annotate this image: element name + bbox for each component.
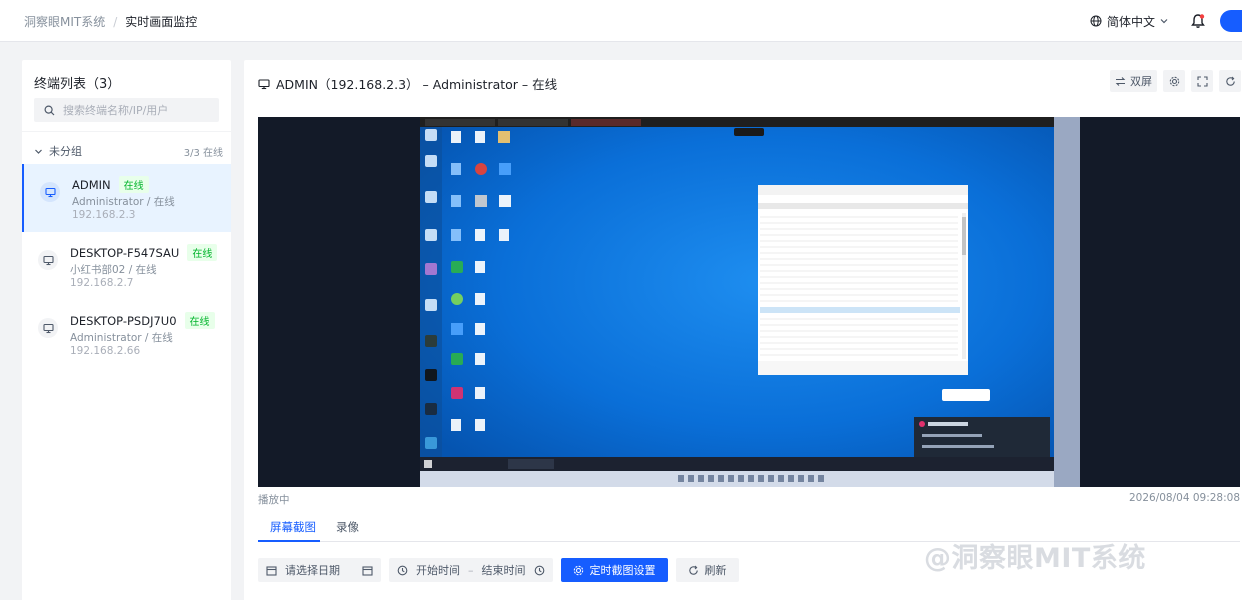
language-label: 简体中文: [1106, 14, 1155, 29]
terminal-item-desktop-f547sau[interactable]: DESKTOP-F547SAU 在线 小红书部02 / 在线 192.168.2.…: [22, 232, 231, 300]
viewer-header: ADMIN（192.168.2.3） – Administrator – 在线: [258, 74, 557, 93]
breadcrumb-current: 实时画面监控: [125, 15, 198, 29]
swap-icon: [1115, 76, 1126, 86]
terminal-user: 小红书部02 / 在线: [70, 264, 157, 276]
viewer-title: ADMIN（192.168.2.3） – Administrator – 在线: [276, 77, 558, 92]
refresh-label: 刷新: [704, 564, 727, 577]
chevron-down-icon: [35, 149, 42, 154]
calendar-icon: [266, 565, 277, 576]
playback-status: 播放中: [258, 494, 290, 506]
group-name: 未分组: [49, 145, 82, 158]
terminal-item-desktop-psdj7u0[interactable]: DESKTOP-PSDJ7U0 在线 Administrator / 在线 192…: [22, 300, 231, 368]
viewer-toolbar: 双屏: [1110, 70, 1241, 92]
group-header-ungrouped[interactable]: 未分组 3/3 在线: [34, 143, 223, 159]
terminal-item-admin[interactable]: ADMIN 在线 Administrator / 在线 192.168.2.3: [22, 164, 231, 232]
watermark: @洞察眼MIT系统: [924, 543, 1146, 574]
terminal-ip: 192.168.2.66: [70, 345, 141, 357]
gear-icon: [1169, 76, 1179, 86]
date-picker[interactable]: 请选择日期: [258, 558, 381, 582]
search-icon: [44, 104, 55, 115]
active-tab-indicator: [258, 540, 320, 542]
terminal-ip: 192.168.2.3: [72, 209, 136, 221]
status-badge: 在线: [187, 244, 218, 261]
screen-timestamp: 2026/08/04 09:28:08: [1128, 492, 1240, 504]
status-badge: 在线: [184, 312, 215, 329]
clock-icon: [397, 565, 408, 575]
language-selector[interactable]: 简体中文: [1090, 13, 1168, 30]
panel-divider: [22, 131, 231, 132]
scheduled-screenshot-label: 定时截图设置: [589, 564, 656, 577]
terminal-ip: 192.168.2.7: [70, 277, 134, 289]
terminal-name: DESKTOP-F547SAU: [70, 245, 180, 260]
monitor-icon: [38, 250, 58, 270]
time-range-picker[interactable]: 开始时间 – 结束时间: [389, 558, 553, 582]
refresh-icon: [1225, 76, 1235, 86]
dual-screen-button[interactable]: 双屏: [1110, 70, 1157, 92]
calendar-icon: [362, 565, 373, 576]
tab-recordings[interactable]: 录像: [336, 519, 359, 535]
refresh-button[interactable]: 刷新: [675, 558, 739, 582]
monitor-icon: [258, 78, 270, 89]
tab-screenshots[interactable]: 屏幕截图: [270, 519, 316, 535]
date-placeholder: 请选择日期: [285, 564, 340, 577]
breadcrumb: 洞察眼MIT系统 / 实时画面监控: [24, 13, 197, 30]
clock-icon: [534, 565, 544, 575]
breadcrumb-separator: /: [113, 14, 118, 29]
notification-bell-icon[interactable]: [1190, 13, 1206, 29]
group-online-count: 3/3 在线: [183, 147, 223, 159]
dual-screen-label: 双屏: [1130, 75, 1152, 88]
top-bar: 洞察眼MIT系统 / 实时画面监控 简体中文: [0, 0, 1242, 42]
globe-icon: [1090, 15, 1102, 27]
fullscreen-icon: [1196, 75, 1208, 87]
start-time[interactable]: 开始时间: [416, 562, 460, 578]
breadcrumb-home[interactable]: 洞察眼MIT系统: [24, 13, 105, 30]
end-time[interactable]: 结束时间: [482, 562, 526, 578]
monitor-icon: [40, 182, 60, 202]
reload-button[interactable]: [1219, 70, 1241, 92]
monitor-panel: ADMIN（192.168.2.3） – Administrator – 在线 …: [244, 60, 1242, 600]
user-avatar[interactable]: [1220, 10, 1242, 32]
playback-status-row: 播放中 2026/08/04 09:28:08: [258, 492, 1240, 507]
status-badge: 在线: [118, 176, 149, 193]
settings-button[interactable]: [1163, 70, 1185, 92]
terminal-user: Administrator / 在线: [70, 332, 173, 344]
terminal-search-input[interactable]: [63, 103, 213, 117]
terminal-user: Administrator / 在线: [72, 196, 175, 208]
terminal-list-title: 终端列表（3）: [34, 77, 121, 92]
terminal-list-panel: 终端列表（3） 未分组 3/3 在线 ADMIN 在线 Administrator…: [22, 60, 231, 600]
gear-icon: [573, 565, 583, 575]
scheduled-screenshot-settings-button[interactable]: 定时截图设置: [560, 558, 668, 582]
monitor-icon: [38, 318, 58, 338]
remote-screen-viewer[interactable]: [258, 117, 1240, 487]
refresh-icon: [688, 565, 698, 575]
chevron-down-icon: [1160, 19, 1168, 24]
remote-desktop-screenshot: [258, 117, 1240, 487]
time-range-separator: –: [468, 563, 474, 577]
terminal-search[interactable]: [34, 98, 219, 122]
filter-bar: 请选择日期 开始时间 – 结束时间 定时截图设置 刷新: [258, 558, 739, 582]
terminal-name: DESKTOP-PSDJ7U0: [70, 313, 177, 328]
fullscreen-button[interactable]: [1191, 70, 1213, 92]
terminal-name: ADMIN: [72, 177, 111, 192]
